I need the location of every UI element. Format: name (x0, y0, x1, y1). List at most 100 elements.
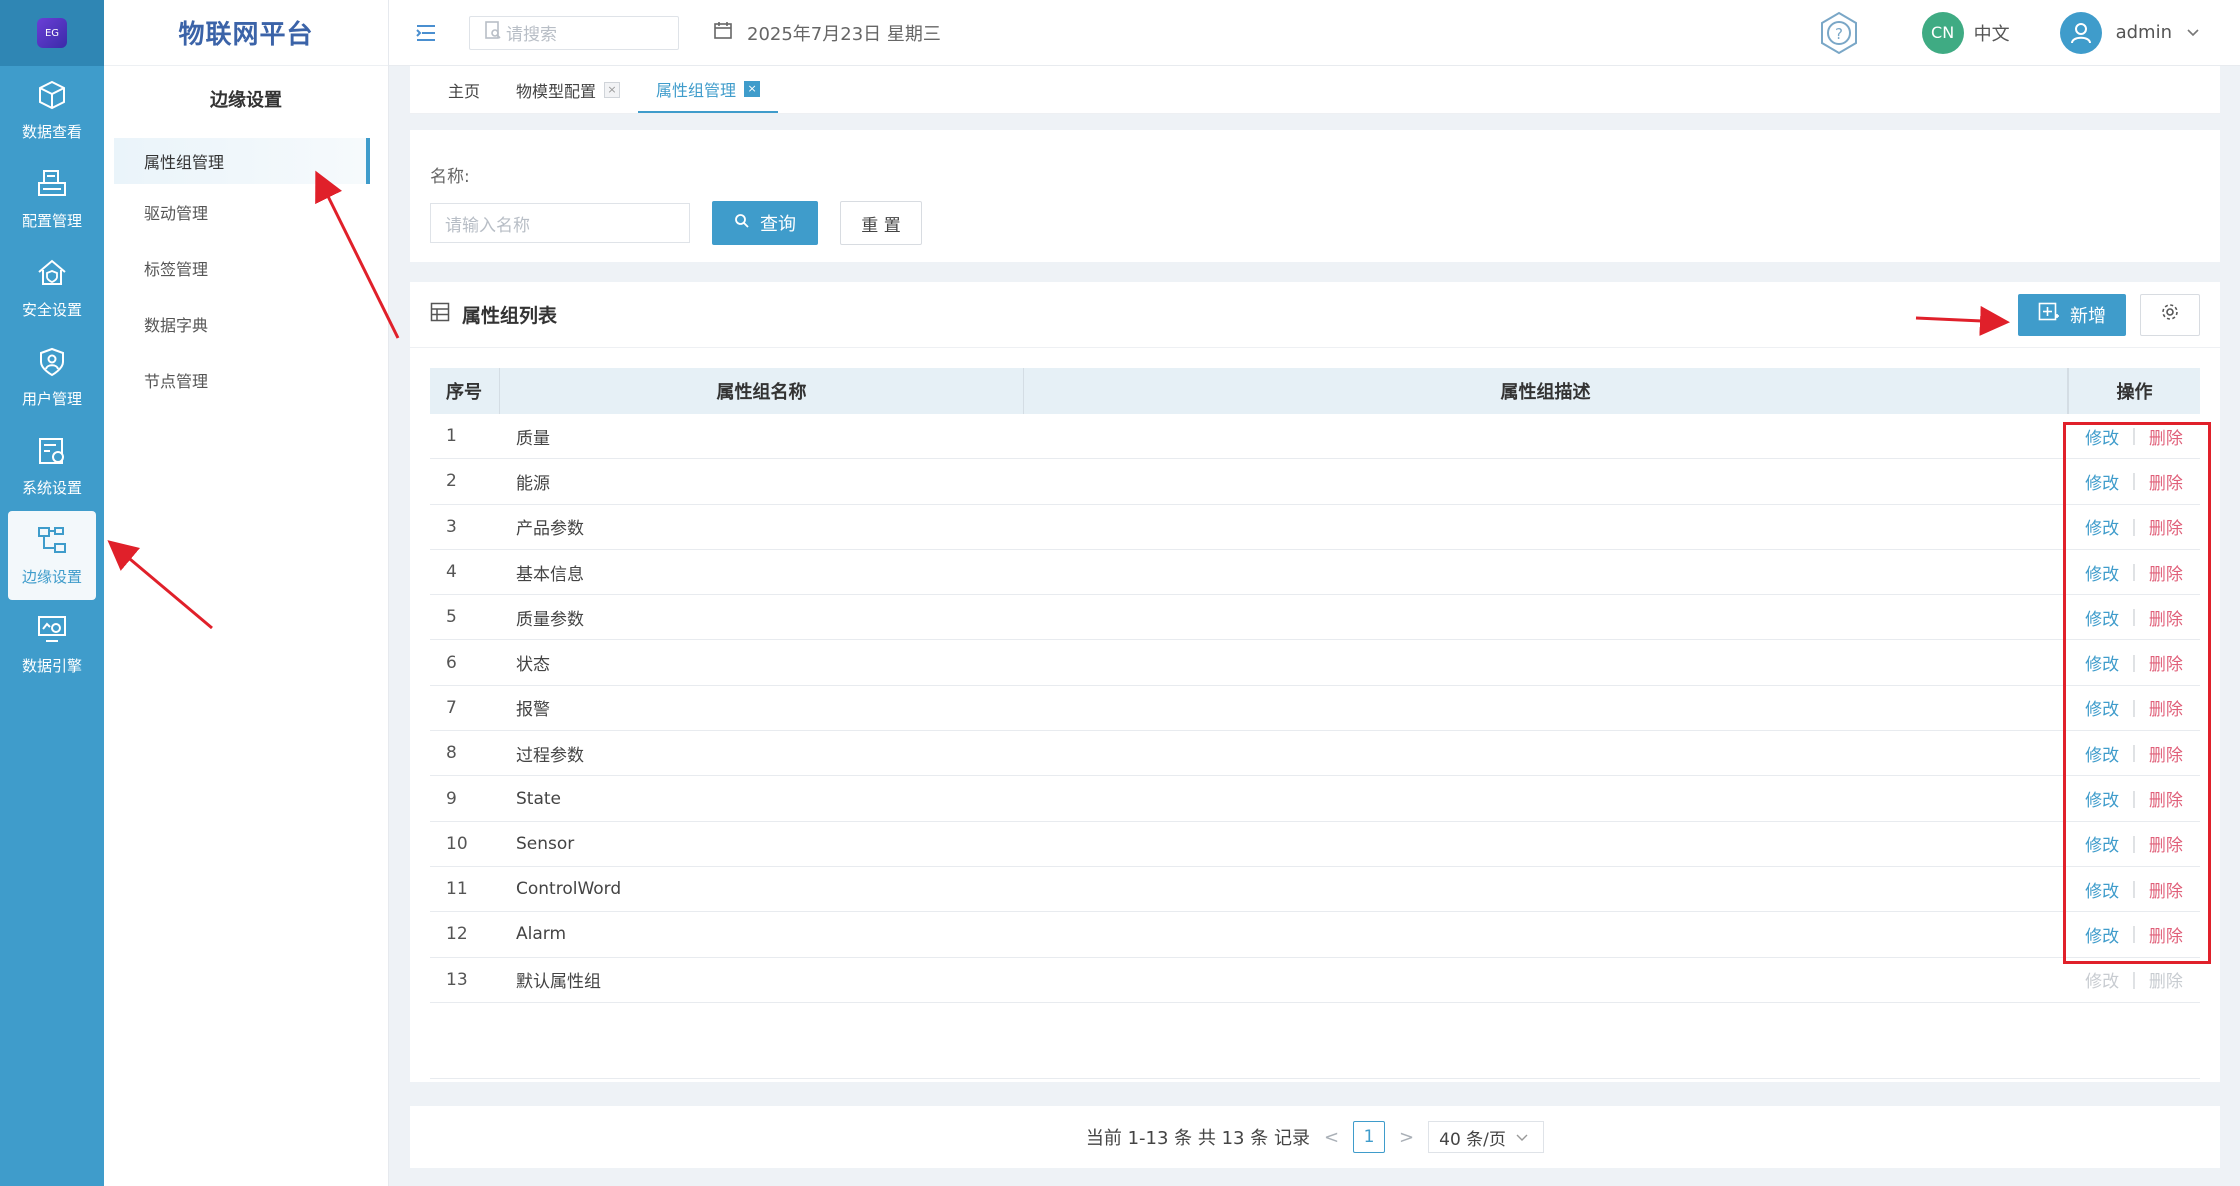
rail-item-3[interactable]: 用户管理 (0, 333, 104, 422)
global-search-input[interactable]: 请搜索 (469, 15, 679, 50)
edit-link[interactable]: 修改 (2085, 469, 2119, 494)
row-name: 报警 (516, 700, 550, 721)
row-actions: 修改 | 删除 (2068, 731, 2200, 775)
help-hexagon-icon[interactable]: ? (1816, 10, 1862, 56)
user-menu[interactable]: admin (2059, 11, 2200, 54)
reset-button[interactable]: 重 置 (840, 201, 922, 245)
submenu-item-4[interactable]: 节点管理 (104, 352, 388, 408)
delete-link[interactable]: 删除 (2149, 922, 2183, 947)
row-name: ControlWord (516, 879, 622, 900)
date-display: 2025年7月23日 星期三 (713, 20, 941, 46)
delete-link[interactable]: 删除 (2149, 831, 2183, 856)
next-page-button[interactable]: > (1399, 1127, 1414, 1148)
list-panel: 属性组列表 新增 序号 属性组名称 属性组描述 操作 1 质量 修改 | 删除 2 能源 修改… (410, 282, 2220, 1082)
row-index: 6 (446, 652, 457, 673)
rail-item-label: 配置管理 (21, 212, 82, 230)
rail-item-6[interactable]: 数据引擎 (0, 600, 104, 689)
rail-item-1[interactable]: 配置管理 (0, 155, 104, 244)
page-size-value: 40 条/页 (1439, 1129, 1506, 1150)
action-divider: | (2131, 697, 2137, 718)
tab-1[interactable]: 物模型配置 × (498, 66, 638, 113)
delete-link[interactable]: 删除 (2149, 877, 2183, 902)
pagination-summary: 当前 1-13 条 共 13 条 记录 (1085, 1128, 1310, 1149)
delete-link: 删除 (2148, 972, 2183, 993)
edit-link[interactable]: 修改 (2085, 922, 2119, 947)
page-size-select[interactable]: 40 条/页 (1428, 1121, 1545, 1153)
submenu-item-1[interactable]: 驱动管理 (104, 184, 388, 240)
col-desc-header[interactable]: 属性组描述 (1024, 368, 2068, 414)
col-index-header[interactable]: 序号 (430, 368, 500, 414)
table-header: 序号 属性组名称 属性组描述 操作 (430, 368, 2200, 414)
table-row: 8 过程参数 修改 | 删除 (430, 731, 2200, 777)
edit-link[interactable]: 修改 (2085, 877, 2119, 902)
row-index: 10 (446, 833, 468, 854)
edit-link[interactable]: 修改 (2085, 695, 2119, 720)
name-input[interactable]: 请输入名称 (430, 203, 690, 243)
edit-link[interactable]: 修改 (2085, 514, 2119, 539)
action-divider: | (2131, 879, 2137, 900)
menu-toggle-icon[interactable] (413, 20, 439, 46)
delete-link[interactable]: 删除 (2149, 786, 2183, 811)
delete-link[interactable]: 删除 (2149, 605, 2183, 630)
close-icon[interactable]: × (604, 81, 621, 98)
delete-link[interactable]: 删除 (2149, 650, 2183, 675)
row-actions: 修改 | 删除 (2068, 505, 2200, 549)
tab-2[interactable]: 属性组管理 × (638, 66, 779, 113)
submenu-item-2[interactable]: 标签管理 (104, 240, 388, 296)
row-description (1024, 958, 2068, 1002)
row-description (1024, 776, 2068, 820)
delete-link[interactable]: 删除 (2149, 514, 2183, 539)
submenu-item-0[interactable]: 属性组管理 (114, 138, 370, 184)
column-settings-button[interactable] (2140, 293, 2200, 336)
current-page-button[interactable]: 1 (1353, 1121, 1386, 1153)
svg-text:?: ? (1835, 25, 1843, 43)
row-index: 12 (446, 924, 468, 945)
edit-link[interactable]: 修改 (2085, 424, 2119, 449)
delete-link[interactable]: 删除 (2149, 695, 2183, 720)
language-switch[interactable]: CN 中文 (1921, 11, 2010, 54)
row-index: 7 (446, 697, 457, 718)
tab-0[interactable]: 主页 (430, 66, 498, 113)
edit-link[interactable]: 修改 (2085, 560, 2119, 585)
add-button[interactable]: 新增 (2018, 293, 2126, 336)
table-row: 2 能源 修改 | 删除 (430, 459, 2200, 505)
edit-link[interactable]: 修改 (2085, 605, 2119, 630)
edit-link[interactable]: 修改 (2085, 650, 2119, 675)
gear-icon (2160, 302, 2180, 327)
prev-page-button[interactable]: < (1324, 1127, 1339, 1148)
delete-link[interactable]: 删除 (2149, 424, 2183, 449)
house-shield-icon (36, 257, 68, 293)
edit-link[interactable]: 修改 (2085, 831, 2119, 856)
rail-item-label: 安全设置 (21, 301, 82, 319)
action-divider: | (2131, 426, 2137, 447)
edit-link[interactable]: 修改 (2085, 741, 2119, 766)
submenu-item-3[interactable]: 数据字典 (104, 296, 388, 352)
delete-link[interactable]: 删除 (2149, 560, 2183, 585)
app-logo[interactable]: EG (0, 0, 104, 66)
global-search-placeholder: 请搜索 (506, 25, 557, 45)
row-description (1024, 550, 2068, 594)
query-button[interactable]: 查询 (712, 201, 818, 245)
row-actions: 修改 | 删除 (2068, 686, 2200, 730)
row-index: 13 (446, 969, 468, 990)
row-actions: 修改 | 删除 (2068, 550, 2200, 594)
rail-item-4[interactable]: 系统设置 (0, 422, 104, 511)
close-icon[interactable]: × (744, 80, 761, 97)
table-row: 1 质量 修改 | 删除 (430, 414, 2200, 460)
delete-link[interactable]: 删除 (2149, 469, 2183, 494)
rail-item-label: 系统设置 (21, 479, 82, 497)
table-row: 9 State 修改 | 删除 (430, 776, 2200, 822)
row-name: 基本信息 (516, 564, 584, 585)
delete-link[interactable]: 删除 (2149, 741, 2183, 766)
table-row: 11 ControlWord 修改 | 删除 (430, 867, 2200, 913)
col-actions-header: 操作 (2068, 368, 2200, 414)
tab-label: 主页 (448, 81, 481, 101)
rail-item-5[interactable]: 边缘设置 (8, 511, 96, 600)
row-name: 质量参数 (516, 609, 584, 630)
rail-item-0[interactable]: 数据查看 (0, 66, 104, 155)
row-description (1024, 912, 2068, 956)
edit-link[interactable]: 修改 (2085, 786, 2119, 811)
row-description (1024, 822, 2068, 866)
rail-item-2[interactable]: 安全设置 (0, 244, 104, 333)
col-name-header[interactable]: 属性组名称 (500, 368, 1024, 414)
